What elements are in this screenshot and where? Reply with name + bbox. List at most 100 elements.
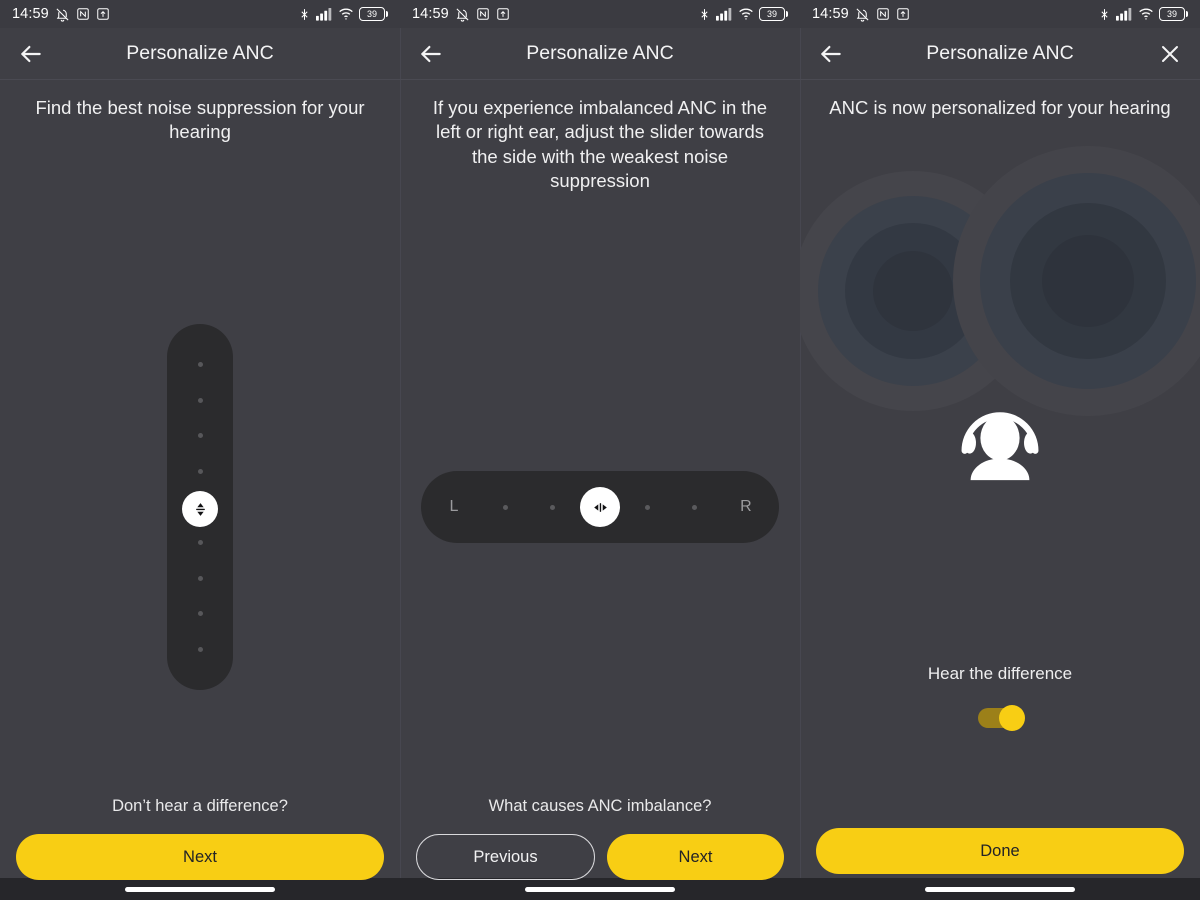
- system-nav-bar: [400, 878, 800, 900]
- gesture-home-pill[interactable]: [925, 886, 1075, 892]
- app-header: Personalize ANC: [800, 28, 1200, 80]
- toggle-knob: [999, 705, 1025, 731]
- status-bar: 14:59 39: [800, 0, 1200, 28]
- panel-body: If you experience imbalanced ANC in the …: [400, 96, 800, 900]
- slider-tick-dot: [197, 433, 203, 439]
- status-bar-right: 39: [298, 7, 388, 22]
- panel-footer: Don’t hear a difference? Next: [0, 797, 400, 880]
- slider-tick-dot: [197, 362, 203, 367]
- battery-level-text: 39: [1166, 8, 1177, 19]
- notifications-off-icon: [856, 7, 869, 22]
- left-right-arrows-icon: [593, 502, 607, 512]
- page-title: Personalize ANC: [526, 42, 674, 64]
- close-icon[interactable]: [1158, 42, 1182, 66]
- slider-tick-dot: [197, 611, 203, 617]
- headphone-rings-background: [800, 146, 1200, 416]
- arrow-left-icon[interactable]: [418, 41, 444, 67]
- battery-level-text: 39: [366, 8, 377, 19]
- status-bar-right: 39: [698, 7, 788, 22]
- battery-icon: 39: [359, 7, 388, 21]
- panel-body: ANC is now personalized for your hearing…: [800, 96, 1200, 900]
- hear-difference-label: Hear the difference: [927, 664, 1073, 683]
- panel-step-1: 14:59 39 Personalize ANC Find the best n…: [0, 0, 400, 900]
- battery-level-text: 39: [766, 8, 777, 19]
- button-row: Next: [0, 834, 400, 880]
- anc-level-slider[interactable]: [167, 324, 233, 690]
- slider-tick-dot: [197, 647, 203, 652]
- slider-label-left: L: [449, 498, 459, 515]
- slider-tick-dot: [550, 504, 556, 510]
- bluetooth-icon: [1101, 8, 1108, 20]
- notifications-off-icon: [56, 7, 69, 22]
- slider-thumb[interactable]: [182, 491, 218, 527]
- status-bar-clock: 14:59: [12, 6, 49, 22]
- slider-tick-dot: [197, 575, 203, 581]
- upload-icon: [497, 8, 509, 20]
- gesture-home-pill[interactable]: [525, 886, 675, 892]
- up-down-arrows-icon: [195, 502, 205, 516]
- toggle-container: [800, 705, 1200, 731]
- status-bar: 14:59 39: [400, 0, 800, 28]
- button-row: Previous Next: [400, 834, 800, 880]
- app-header: Personalize ANC: [0, 28, 400, 80]
- horizontal-slider-container: L R: [400, 471, 800, 543]
- done-button[interactable]: Done: [816, 828, 1184, 874]
- notifications-off-icon: [456, 7, 469, 22]
- vertical-slider-container: [0, 324, 400, 690]
- instruction-text: ANC is now personalized for your hearing: [829, 97, 1171, 118]
- slider-tick-dot: [197, 540, 203, 546]
- status-bar-clock: 14:59: [812, 6, 849, 22]
- nfc-icon: [477, 8, 489, 20]
- anc-balance-slider[interactable]: L R: [421, 471, 779, 543]
- cellular-signal-icon: [1116, 7, 1132, 21]
- status-bar-right: 39: [1098, 7, 1188, 22]
- slider-tick-dot: [503, 504, 509, 510]
- battery-icon: 39: [759, 7, 788, 21]
- panel-footer: Done: [800, 828, 1200, 874]
- person-with-headphones-icon: [961, 412, 1039, 481]
- header-spacer: [758, 42, 782, 66]
- instruction-text: If you experience imbalanced ANC in the …: [432, 97, 768, 192]
- next-button[interactable]: Next: [607, 834, 784, 880]
- status-bar-left: 14:59: [812, 6, 910, 22]
- panel-step-3: 14:59 39 Personalize ANC ANC is now pers…: [800, 0, 1200, 900]
- slider-label-right: R: [740, 498, 752, 515]
- status-bar: 14:59 39: [0, 0, 400, 28]
- wifi-icon: [339, 8, 353, 20]
- slider-tick-dot: [691, 504, 697, 510]
- slider-tick-dot: [197, 468, 203, 474]
- wifi-icon: [1139, 8, 1153, 20]
- header-spacer: [358, 42, 382, 66]
- three-panel-screenshot: 14:59 39 Personalize ANC Find the best n…: [0, 0, 1200, 900]
- gesture-home-pill[interactable]: [125, 886, 275, 892]
- button-row: Done: [800, 828, 1200, 874]
- slider-tick-dot: [197, 397, 203, 403]
- app-header: Personalize ANC: [400, 28, 800, 80]
- helper-link[interactable]: What causes ANC imbalance?: [400, 797, 800, 816]
- status-bar-left: 14:59: [412, 6, 510, 22]
- battery-icon: 39: [1159, 7, 1188, 21]
- bluetooth-icon: [301, 8, 308, 20]
- system-nav-bar: [800, 878, 1200, 900]
- arrow-left-icon[interactable]: [818, 41, 844, 67]
- nfc-icon: [77, 8, 89, 20]
- cellular-signal-icon: [716, 7, 732, 21]
- instruction-text: Find the best noise suppression for your…: [35, 97, 365, 143]
- system-nav-bar: [0, 878, 400, 900]
- hear-difference-toggle[interactable]: [978, 705, 1025, 731]
- slider-thumb[interactable]: [580, 487, 620, 527]
- nfc-icon: [877, 8, 889, 20]
- previous-button[interactable]: Previous: [416, 834, 595, 880]
- panel-footer: What causes ANC imbalance? Previous Next: [400, 797, 800, 880]
- panel-step-2: 14:59 39 Personalize ANC If you experien…: [400, 0, 800, 900]
- slider-tick-dot: [644, 504, 650, 510]
- upload-icon: [97, 8, 109, 20]
- cellular-signal-icon: [316, 7, 332, 21]
- bluetooth-icon: [701, 8, 708, 20]
- arrow-left-icon[interactable]: [18, 41, 44, 67]
- panel-body: Find the best noise suppression for your…: [0, 96, 400, 900]
- next-button[interactable]: Next: [16, 834, 384, 880]
- status-bar-left: 14:59: [12, 6, 110, 22]
- helper-link[interactable]: Don’t hear a difference?: [0, 797, 400, 816]
- status-bar-clock: 14:59: [412, 6, 449, 22]
